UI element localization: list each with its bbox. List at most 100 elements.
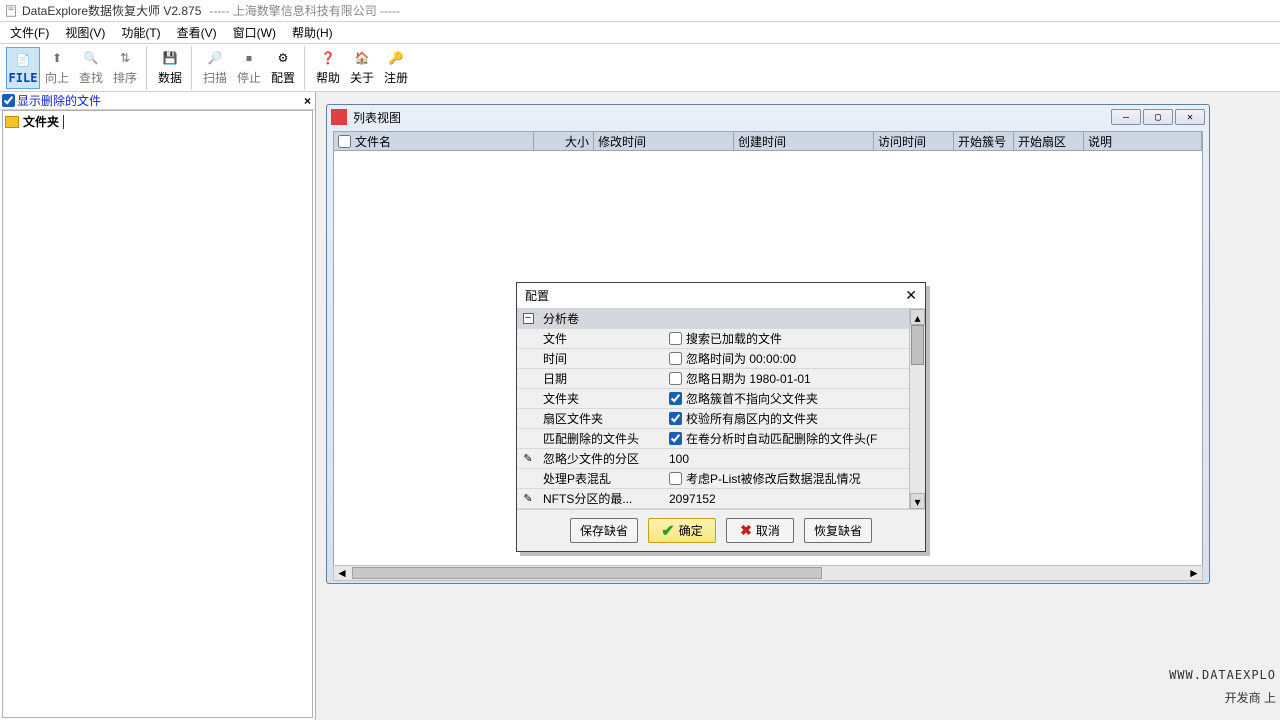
config-value[interactable]: 考虑P-List被修改后数据混乱情况: [665, 470, 909, 487]
tool-file[interactable]: 📄FILE: [6, 47, 40, 89]
close-button[interactable]: ✕: [1175, 109, 1205, 125]
save-default-button[interactable]: 保存缺省: [570, 518, 638, 543]
toolbar: 📄FILE ⬆向上 🔍查找 ⇅排序 💾数据 🔎扫描 ⏹停止 ⚙配置 ❓帮助 🏠关…: [0, 44, 1280, 92]
dialog-title: 配置: [525, 287, 549, 304]
config-row[interactable]: 处理P表混乱考虑P-List被修改后数据混乱情况: [517, 469, 909, 489]
col-desc[interactable]: 说明: [1084, 132, 1202, 150]
config-value[interactable]: 在卷分析时自动匹配删除的文件头(F: [665, 430, 909, 447]
folder-tree[interactable]: 文件夹: [2, 110, 313, 718]
config-key: NFTS分区的最...: [539, 490, 665, 507]
x-icon: ✖: [740, 522, 752, 539]
tool-sort[interactable]: ⇅排序: [108, 47, 142, 89]
tool-up[interactable]: ⬆向上: [40, 47, 74, 89]
config-row[interactable]: 文件搜索已加载的文件: [517, 329, 909, 349]
config-value[interactable]: 搜索已加载的文件: [665, 330, 909, 347]
stop-icon: ⏹: [240, 49, 258, 67]
minimize-button[interactable]: —: [1111, 109, 1141, 125]
pencil-icon: ✎: [523, 492, 532, 505]
col-ctime[interactable]: 创建时间: [734, 132, 874, 150]
app-icon: [4, 4, 18, 18]
col-cluster[interactable]: 开始簇号: [954, 132, 1014, 150]
horizontal-scrollbar[interactable]: ◄ ►: [333, 565, 1203, 581]
menu-function[interactable]: 功能(T): [113, 22, 168, 43]
help-icon: ❓: [319, 49, 337, 67]
config-row[interactable]: ✎ 忽略少文件的分区100: [517, 449, 909, 469]
dialog-scroll-thumb[interactable]: [911, 325, 924, 365]
config-checkbox[interactable]: [669, 352, 682, 365]
restore-default-button[interactable]: 恢复缺省: [804, 518, 872, 543]
scroll-left-icon[interactable]: ◄: [334, 566, 350, 580]
scroll-down-icon[interactable]: ▾: [910, 493, 925, 509]
col-atime[interactable]: 访问时间: [874, 132, 954, 150]
home-icon: 🏠: [353, 49, 371, 67]
tool-about[interactable]: 🏠关于: [345, 47, 379, 89]
config-checkbox[interactable]: [669, 432, 682, 445]
ok-button[interactable]: ✔确定: [648, 518, 716, 543]
config-row[interactable]: 时间忽略时间为 00:00:00: [517, 349, 909, 369]
config-group-row[interactable]: − 分析卷: [517, 309, 909, 329]
menu-view[interactable]: 视图(V): [57, 22, 113, 43]
menu-inspect[interactable]: 查看(V): [169, 22, 225, 43]
config-value[interactable]: 100: [665, 452, 909, 466]
tool-register[interactable]: 🔑注册: [379, 47, 413, 89]
collapse-icon[interactable]: −: [523, 313, 534, 324]
dialog-titlebar[interactable]: 配置 ✕: [517, 283, 925, 309]
sidebar-header: 显示删除的文件 ×: [0, 92, 315, 110]
tool-help[interactable]: ❓帮助: [311, 47, 345, 89]
dialog-scrollbar[interactable]: ▴ ▾: [909, 309, 925, 509]
config-checkbox[interactable]: [669, 372, 682, 385]
menu-file[interactable]: 文件(F): [2, 22, 57, 43]
tool-find[interactable]: 🔍查找: [74, 47, 108, 89]
show-deleted-checkbox[interactable]: [2, 94, 15, 107]
tool-scan[interactable]: 🔎扫描: [198, 47, 232, 89]
config-value[interactable]: 忽略日期为 1980-01-01: [665, 370, 909, 387]
pencil-icon: ✎: [523, 452, 532, 465]
maximize-button[interactable]: ▢: [1143, 109, 1173, 125]
tree-caret: [63, 115, 64, 129]
search-icon: 🔍: [82, 49, 100, 67]
check-icon: ✔: [661, 521, 674, 541]
config-row[interactable]: 日期忽略日期为 1980-01-01: [517, 369, 909, 389]
config-dialog: 配置 ✕ − 分析卷 文件搜索已加载的文件时间忽略时间为 00:00:00日期忽…: [516, 282, 926, 552]
config-checkbox[interactable]: [669, 412, 682, 425]
scroll-thumb[interactable]: [352, 567, 822, 579]
config-value[interactable]: 2097152: [665, 492, 909, 506]
cancel-button[interactable]: ✖取消: [726, 518, 794, 543]
tool-config[interactable]: ⚙配置: [266, 47, 300, 89]
col-sector[interactable]: 开始扇区: [1014, 132, 1084, 150]
scroll-up-icon[interactable]: ▴: [910, 309, 925, 325]
config-checkbox[interactable]: [669, 332, 682, 345]
scan-icon: 🔎: [206, 49, 224, 67]
sidebar: 显示删除的文件 × 文件夹: [0, 92, 316, 720]
menu-window[interactable]: 窗口(W): [225, 22, 284, 43]
child-titlebar[interactable]: 列表视图 — ▢ ✕: [327, 105, 1209, 129]
col-filename[interactable]: 文件名: [334, 132, 534, 150]
tool-data[interactable]: 💾数据: [153, 47, 187, 89]
app-subtitle: ----- 上海数擎信息科技有限公司 -----: [209, 2, 400, 19]
select-all-checkbox[interactable]: [338, 135, 351, 148]
footer-url: WWW.DATAEXPLO: [1169, 668, 1276, 682]
config-row[interactable]: 匹配删除的文件头在卷分析时自动匹配删除的文件头(F: [517, 429, 909, 449]
config-row[interactable]: 文件夹忽略簇首不指向父文件夹: [517, 389, 909, 409]
sidebar-close[interactable]: ×: [304, 94, 311, 108]
dialog-buttons: 保存缺省 ✔确定 ✖取消 恢复缺省: [517, 509, 925, 551]
config-value[interactable]: 校验所有扇区内的文件夹: [665, 410, 909, 427]
config-key: 忽略少文件的分区: [539, 450, 665, 467]
config-row[interactable]: 扇区文件夹校验所有扇区内的文件夹: [517, 409, 909, 429]
scroll-right-icon[interactable]: ►: [1186, 566, 1202, 580]
col-mtime[interactable]: 修改时间: [594, 132, 734, 150]
config-checkbox[interactable]: [669, 472, 682, 485]
gear-icon: ⚙: [274, 49, 292, 67]
dialog-close-icon[interactable]: ✕: [905, 287, 917, 304]
config-row[interactable]: ✎ NFTS分区的最...2097152: [517, 489, 909, 509]
col-size[interactable]: 大小: [534, 132, 594, 150]
config-checkbox[interactable]: [669, 392, 682, 405]
config-value[interactable]: 忽略时间为 00:00:00: [665, 350, 909, 367]
config-value[interactable]: 忽略簇首不指向父文件夹: [665, 390, 909, 407]
tree-root-item[interactable]: 文件夹: [5, 113, 310, 130]
config-key: 文件: [539, 330, 665, 347]
menu-help[interactable]: 帮助(H): [284, 22, 341, 43]
tree-root-label: 文件夹: [23, 113, 59, 130]
tool-stop[interactable]: ⏹停止: [232, 47, 266, 89]
data-icon: 💾: [161, 49, 179, 67]
